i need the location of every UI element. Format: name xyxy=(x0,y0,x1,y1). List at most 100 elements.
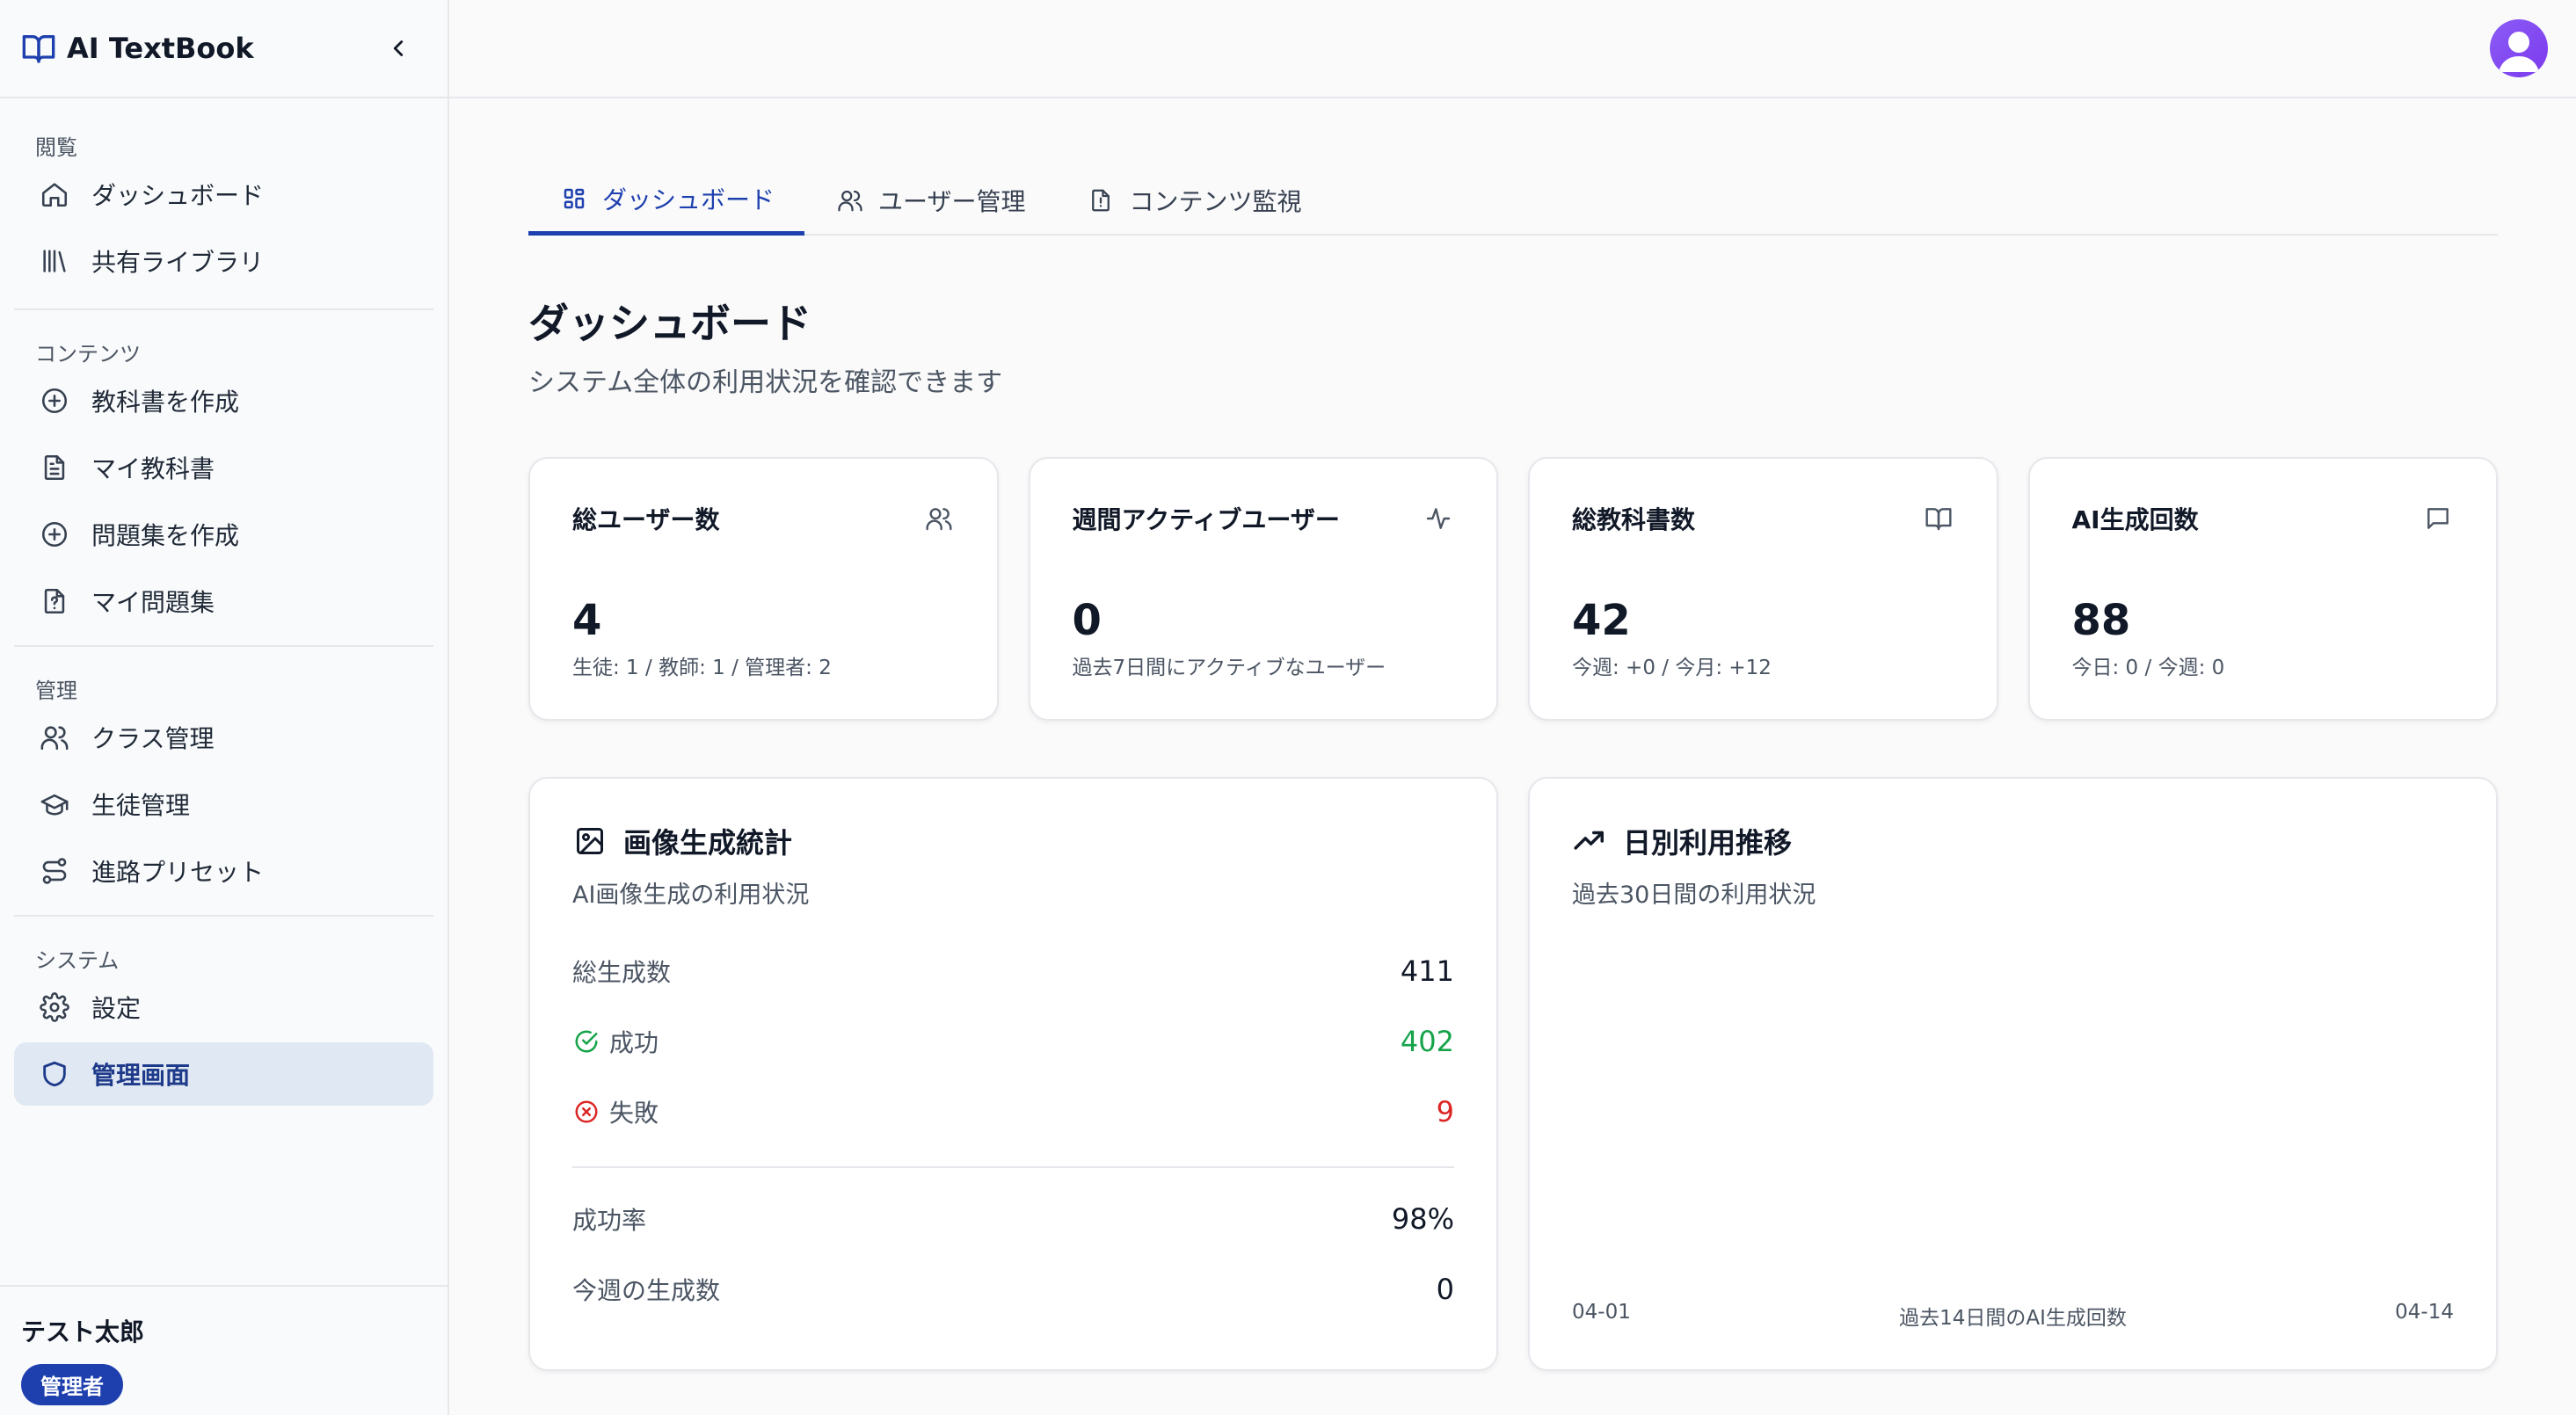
sidebar-item-my-workbooks[interactable]: マイ問題集 xyxy=(14,570,433,633)
trending-up-icon xyxy=(1572,824,1607,859)
sidebar-section-manage: 管理 クラス管理 生徒管理 進路プリセット xyxy=(0,673,448,903)
sidebar-section-label: 管理 xyxy=(35,678,77,703)
sidebar-item-label: 生徒管理 xyxy=(91,791,191,820)
image-stats-rows: 総生成数 411 成功 402 失敗 9 成功率 98% 今週の生成数 0 xyxy=(572,936,1454,1324)
plus-circle-icon xyxy=(37,517,72,552)
grid-icon xyxy=(558,183,590,214)
stat-title: 総教科書数 xyxy=(1572,505,1696,534)
app-title: AI TextBook xyxy=(67,32,254,65)
admin-tabs: ダッシュボード ユーザー管理 コンテンツ監視 xyxy=(528,165,2498,236)
alert-file-icon xyxy=(1085,185,1117,216)
question-file-icon xyxy=(37,584,72,619)
route-icon xyxy=(37,853,72,889)
stat-note: 過去7日間にアクティブなユーザー xyxy=(1072,657,1386,679)
stat-title: AI生成回数 xyxy=(2071,505,2199,534)
panel-header: 画像生成統計 xyxy=(572,821,1454,861)
stat-card-total-users: 総ユーザー数 4 生徒: 1 / 教師: 1 / 管理者: 2 xyxy=(528,457,999,721)
message-icon xyxy=(2424,504,2456,536)
stat-row-total: 総生成数 411 xyxy=(572,936,1454,1006)
panel-subtitle: 過去30日間の利用状況 xyxy=(1572,882,1816,909)
stat-note: 今週: +0 / 今月: +12 xyxy=(1572,657,1772,679)
sidebar-item-label: ダッシュボード xyxy=(91,181,265,210)
panel-header: 日別利用推移 xyxy=(1572,821,2454,861)
topbar xyxy=(449,0,2576,98)
image-generation-panel: 画像生成統計 AI画像生成の利用状況 総生成数 411 成功 402 失敗 9 … xyxy=(528,777,1498,1371)
chevron-left-icon xyxy=(393,40,404,56)
role-badge: 管理者 xyxy=(21,1364,123,1405)
row-label-wrap: 成功 xyxy=(572,1024,659,1059)
sidebar-item-label: 共有ライブラリ xyxy=(91,248,265,277)
stat-card-total-textbooks: 総教科書数 42 今週: +0 / 今月: +12 xyxy=(1528,457,1998,721)
home-icon xyxy=(37,177,72,212)
sidebar-item-label: 設定 xyxy=(91,994,142,1023)
sidebar-divider xyxy=(14,308,433,310)
tab-dashboard[interactable]: ダッシュボード xyxy=(528,165,805,236)
stat-value: 42 xyxy=(1572,596,1631,645)
stat-card-ai-generations: AI生成回数 88 今日: 0 / 今週: 0 xyxy=(2027,457,2498,721)
panel-title: 画像生成統計 xyxy=(623,826,793,860)
chart-end-label: 04-14 xyxy=(2395,1301,2454,1324)
stats-cards: 総ユーザー数 4 生徒: 1 / 教師: 1 / 管理者: 2 週間アクティブユ… xyxy=(528,457,2498,721)
sidebar-header: AI TextBook xyxy=(0,0,448,98)
sidebar-item-create-workbook[interactable]: 問題集を作成 xyxy=(14,503,433,566)
stat-card-weekly-active-users: 週間アクティブユーザー 0 過去7日間にアクティブなユーザー xyxy=(1028,457,1498,721)
sidebar-item-class-management[interactable]: クラス管理 xyxy=(14,706,433,769)
sidebar-section-label: 閲覧 xyxy=(35,135,77,160)
row-value: 9 xyxy=(1436,1095,1454,1128)
row-label: 今週の生成数 xyxy=(572,1276,721,1305)
sidebar-item-label: 教科書を作成 xyxy=(91,388,240,417)
stat-title: 週間アクティブユーザー xyxy=(1072,505,1340,534)
tab-user-management[interactable]: ユーザー管理 xyxy=(804,165,1055,236)
row-label: 総生成数 xyxy=(572,958,672,987)
sidebar-item-admin[interactable]: 管理画面 xyxy=(14,1042,433,1106)
main-content: ダッシュボード ユーザー管理 コンテンツ監視 ダッシュボード システム全体の利用… xyxy=(528,98,2498,1371)
user-avatar-icon xyxy=(2499,32,2539,72)
row-label: 成功率 xyxy=(572,1206,647,1235)
library-icon xyxy=(37,243,72,279)
sidebar-user-panel[interactable]: テスト太郎 管理者 xyxy=(0,1285,448,1415)
sidebar-item-label: クラス管理 xyxy=(91,724,215,753)
stat-value: 88 xyxy=(2071,596,2131,645)
sidebar-item-label: マイ問題集 xyxy=(91,588,215,617)
sidebar: AI TextBook 閲覧 ダッシュボード 共有ライブラリ コンテンツ 教科書… xyxy=(0,0,449,1415)
app-root: AI TextBook 閲覧 ダッシュボード 共有ライブラリ コンテンツ 教科書… xyxy=(0,0,2576,1415)
users-icon xyxy=(37,720,72,755)
sidebar-item-settings[interactable]: 設定 xyxy=(14,976,433,1039)
sidebar-item-shared-library[interactable]: 共有ライブラリ xyxy=(14,229,433,293)
collapse-sidebar-button[interactable] xyxy=(377,27,419,69)
detail-panels: 画像生成統計 AI画像生成の利用状況 総生成数 411 成功 402 失敗 9 … xyxy=(528,777,2498,1371)
sidebar-item-career-presets[interactable]: 進路プリセット xyxy=(14,839,433,903)
row-value: 98% xyxy=(1391,1202,1454,1236)
stat-value: 0 xyxy=(1072,596,1102,645)
stat-row-failure: 失敗 9 xyxy=(572,1077,1454,1147)
sidebar-item-label: 管理画面 xyxy=(91,1061,191,1090)
x-circle-icon xyxy=(572,1098,600,1126)
sidebar-item-label: 問題集を作成 xyxy=(91,521,240,550)
check-circle-icon xyxy=(572,1027,600,1056)
users-icon xyxy=(925,504,957,536)
sidebar-item-student-management[interactable]: 生徒管理 xyxy=(14,773,433,836)
stat-title: 総ユーザー数 xyxy=(572,505,720,534)
stat-row-success: 成功 402 xyxy=(572,1006,1454,1077)
tab-content-monitoring[interactable]: コンテンツ監視 xyxy=(1055,165,1331,236)
tab-label: ユーザー管理 xyxy=(878,187,1026,216)
sidebar-section-content: コンテンツ 教科書を作成 マイ教科書 問題集を作成 マイ問題集 xyxy=(0,337,448,633)
stat-note: 生徒: 1 / 教師: 1 / 管理者: 2 xyxy=(572,657,832,679)
sidebar-divider xyxy=(14,645,433,647)
chart-caption: 過去14日間のAI生成回数 xyxy=(1899,1307,2127,1330)
sidebar-item-dashboard[interactable]: ダッシュボード xyxy=(14,163,433,226)
sidebar-section-label: コンテンツ xyxy=(35,342,141,366)
sidebar-section-browse: 閲覧 ダッシュボード 共有ライブラリ xyxy=(0,130,448,293)
row-value: 411 xyxy=(1400,954,1454,988)
avatar[interactable] xyxy=(2490,19,2548,77)
chart-axis-footer: 04-01 過去14日間のAI生成回数 04-14 xyxy=(1572,1301,2454,1331)
user-name: テスト太郎 xyxy=(21,1317,145,1346)
tab-label: ダッシュボード xyxy=(602,185,775,214)
row-label-wrap: 失敗 xyxy=(572,1094,659,1129)
sidebar-item-create-textbook[interactable]: 教科書を作成 xyxy=(14,369,433,432)
stat-row-success-rate: 成功率 98% xyxy=(572,1184,1454,1254)
stat-value: 4 xyxy=(572,596,602,645)
panel-subtitle: AI画像生成の利用状況 xyxy=(572,882,810,909)
sidebar-item-my-textbooks[interactable]: マイ教科書 xyxy=(14,436,433,499)
page-subtitle: システム全体の利用状況を確認できます xyxy=(528,367,1003,398)
